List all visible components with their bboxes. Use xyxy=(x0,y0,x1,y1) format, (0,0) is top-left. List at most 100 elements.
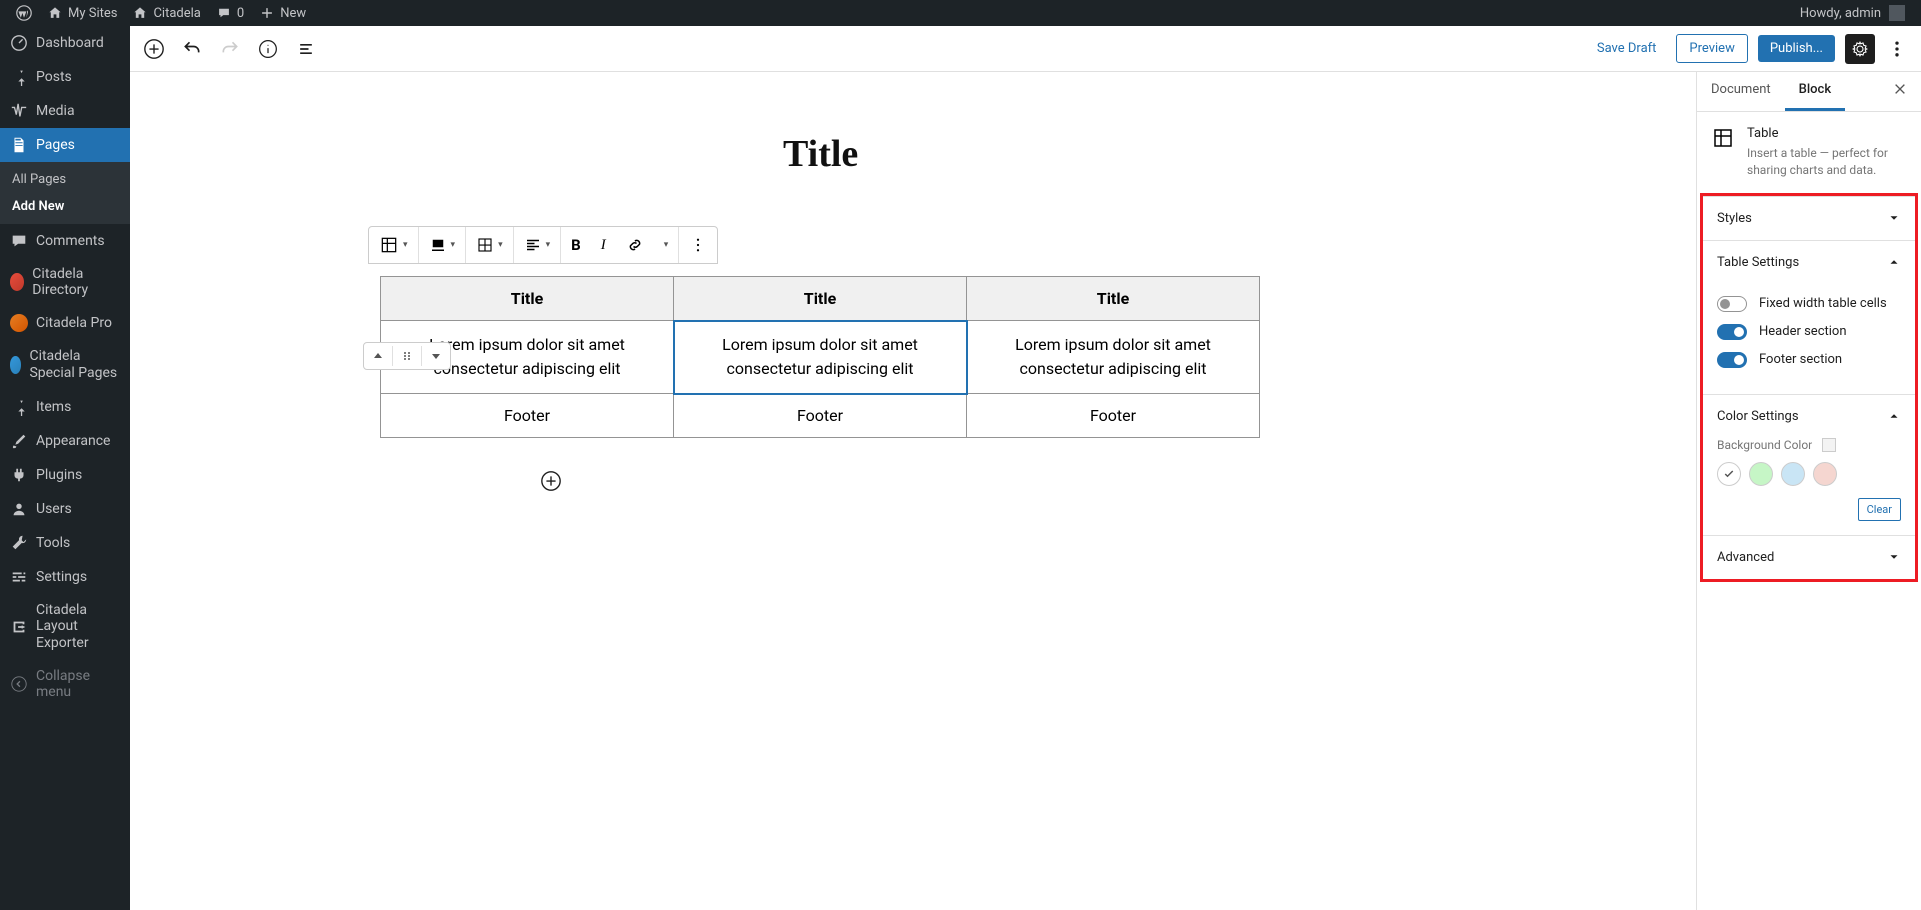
sidebar-item-citadela-special[interactable]: Citadela Special Pages xyxy=(0,340,130,390)
chevron-down-icon xyxy=(1887,211,1901,225)
collapse-icon xyxy=(10,675,28,693)
publish-button[interactable]: Publish... xyxy=(1758,35,1835,62)
sidebar-item-tools[interactable]: Tools xyxy=(0,526,130,560)
block-more-button[interactable] xyxy=(679,227,717,263)
color-settings-header[interactable]: Color Settings xyxy=(1703,395,1915,438)
sidebar-item-items[interactable]: Items xyxy=(0,390,130,424)
user-avatar[interactable] xyxy=(1889,5,1905,21)
wp-logo[interactable] xyxy=(8,5,40,21)
drag-handle[interactable] xyxy=(393,346,422,366)
save-draft-button[interactable]: Save Draft xyxy=(1587,35,1667,62)
header-section-toggle[interactable] xyxy=(1717,324,1747,340)
add-block-button[interactable] xyxy=(142,37,166,61)
admin-bar: My Sites Citadela 0 New Howdy, admin xyxy=(0,0,1921,26)
sidebar-item-plugins[interactable]: Plugins xyxy=(0,458,130,492)
table-header-cell[interactable]: Title xyxy=(674,277,967,321)
sidebar-label: Users xyxy=(36,501,72,517)
user-greeting[interactable]: Howdy, admin xyxy=(1800,6,1881,21)
add-block-below-button[interactable] xyxy=(538,468,564,494)
table-header-cell[interactable]: Title xyxy=(967,277,1260,321)
pages-icon xyxy=(10,136,28,154)
plug-icon xyxy=(10,466,28,484)
preview-button[interactable]: Preview xyxy=(1676,34,1747,63)
new-content-link[interactable]: New xyxy=(252,6,314,21)
more-formatting-button[interactable]: ▾ xyxy=(654,227,679,263)
settings-button[interactable] xyxy=(1845,34,1875,64)
sidebar-item-appearance[interactable]: Appearance xyxy=(0,424,130,458)
sidebar-item-comments[interactable]: Comments xyxy=(0,224,130,258)
sidebar-item-posts[interactable]: Posts xyxy=(0,60,130,94)
link-button[interactable] xyxy=(616,227,654,263)
sidebar-item-collapse[interactable]: Collapse menu xyxy=(0,660,130,708)
table-footer-cell[interactable]: Footer xyxy=(381,394,674,438)
styles-panel: Styles xyxy=(1703,196,1915,240)
table-cell[interactable]: Lorem ipsum dolor sit amet consectetur a… xyxy=(674,321,967,394)
footer-section-toggle[interactable] xyxy=(1717,352,1747,368)
align-button[interactable]: ▾ xyxy=(419,227,466,263)
color-swatch-blue[interactable] xyxy=(1781,462,1805,486)
sidebar-item-pages[interactable]: Pages xyxy=(0,128,130,162)
italic-button[interactable]: I xyxy=(591,227,616,263)
text-align-button[interactable]: ▾ xyxy=(514,227,561,263)
tab-document[interactable]: Document xyxy=(1697,72,1785,111)
styles-panel-header[interactable]: Styles xyxy=(1703,197,1915,240)
citadela-pro-icon xyxy=(10,314,28,332)
page-title[interactable]: Title xyxy=(783,132,1223,176)
tab-block[interactable]: Block xyxy=(1785,72,1845,111)
redo-button[interactable] xyxy=(218,37,242,61)
table-footer-cell[interactable]: Footer xyxy=(967,394,1260,438)
content-info-button[interactable] xyxy=(256,37,280,61)
clear-color-button[interactable]: Clear xyxy=(1858,498,1901,521)
more-options-button[interactable] xyxy=(1885,37,1909,61)
block-desc-label: Insert a table — perfect for sharing cha… xyxy=(1747,145,1907,179)
color-swatch-green[interactable] xyxy=(1749,462,1773,486)
comments-count: 0 xyxy=(237,6,244,21)
sidebar-sub-add-new[interactable]: Add New xyxy=(0,193,130,220)
table-row: Lorem ipsum dolor sit amet consectetur a… xyxy=(381,321,1260,394)
sidebar-item-citadela-pro[interactable]: Citadela Pro xyxy=(0,306,130,340)
table-footer-cell[interactable]: Footer xyxy=(674,394,967,438)
table-block[interactable]: Title Title Title Lorem ipsum dolor sit … xyxy=(380,276,1260,438)
fixed-width-toggle[interactable] xyxy=(1717,296,1747,312)
change-block-type-button[interactable]: ▾ xyxy=(369,227,418,263)
sidebar-label: Citadela Layout Exporter xyxy=(36,602,120,652)
advanced-panel-header[interactable]: Advanced xyxy=(1703,536,1915,579)
color-swatch-pink[interactable] xyxy=(1813,462,1837,486)
sidebar-label: Settings xyxy=(36,569,87,585)
edit-table-button[interactable]: ▾ xyxy=(466,227,513,263)
undo-button[interactable] xyxy=(180,37,204,61)
sidebar-item-users[interactable]: Users xyxy=(0,492,130,526)
sidebar-item-dashboard[interactable]: Dashboard xyxy=(0,26,130,60)
sidebar-item-media[interactable]: Media xyxy=(0,94,130,128)
header-section-label: Header section xyxy=(1759,324,1847,339)
sidebar-sub-all-pages[interactable]: All Pages xyxy=(0,166,130,193)
editor-header-left xyxy=(142,37,318,61)
citadela-special-icon xyxy=(10,356,21,374)
sidebar-item-layout-exporter[interactable]: Citadela Layout Exporter xyxy=(0,594,130,660)
table-settings-header[interactable]: Table Settings xyxy=(1703,241,1915,284)
chevron-up-icon xyxy=(1887,255,1901,269)
my-sites-link[interactable]: My Sites xyxy=(40,6,125,21)
advanced-heading: Advanced xyxy=(1717,550,1774,565)
inspector-tabs: Document Block xyxy=(1697,72,1921,112)
canvas-wrap: Title ▾ ▾ xyxy=(130,72,1921,910)
sidebar-item-citadela-directory[interactable]: Citadela Directory xyxy=(0,258,130,306)
table-header-cell[interactable]: Title xyxy=(381,277,674,321)
table-cell[interactable]: Lorem ipsum dolor sit amet consectetur a… xyxy=(967,321,1260,394)
bold-button[interactable]: B xyxy=(561,227,591,263)
block-editor: Save Draft Preview Publish... Title xyxy=(130,26,1921,910)
admin-sidebar: Dashboard Posts Media Pages All Pages Ad… xyxy=(0,26,130,910)
color-swatch-white[interactable] xyxy=(1717,462,1741,486)
comment-icon xyxy=(10,232,28,250)
block-navigation-button[interactable] xyxy=(294,37,318,61)
comments-link[interactable]: 0 xyxy=(209,6,252,21)
editor-canvas[interactable]: Title ▾ ▾ xyxy=(130,72,1696,910)
move-down-button[interactable] xyxy=(422,346,450,366)
current-color-swatch xyxy=(1822,438,1836,452)
close-inspector-button[interactable] xyxy=(1885,72,1915,111)
sidebar-item-settings[interactable]: Settings xyxy=(0,560,130,594)
media-icon xyxy=(10,102,28,120)
move-up-button[interactable] xyxy=(364,346,393,366)
site-name-link[interactable]: Citadela xyxy=(125,6,208,21)
site-name-label: Citadela xyxy=(153,6,200,21)
